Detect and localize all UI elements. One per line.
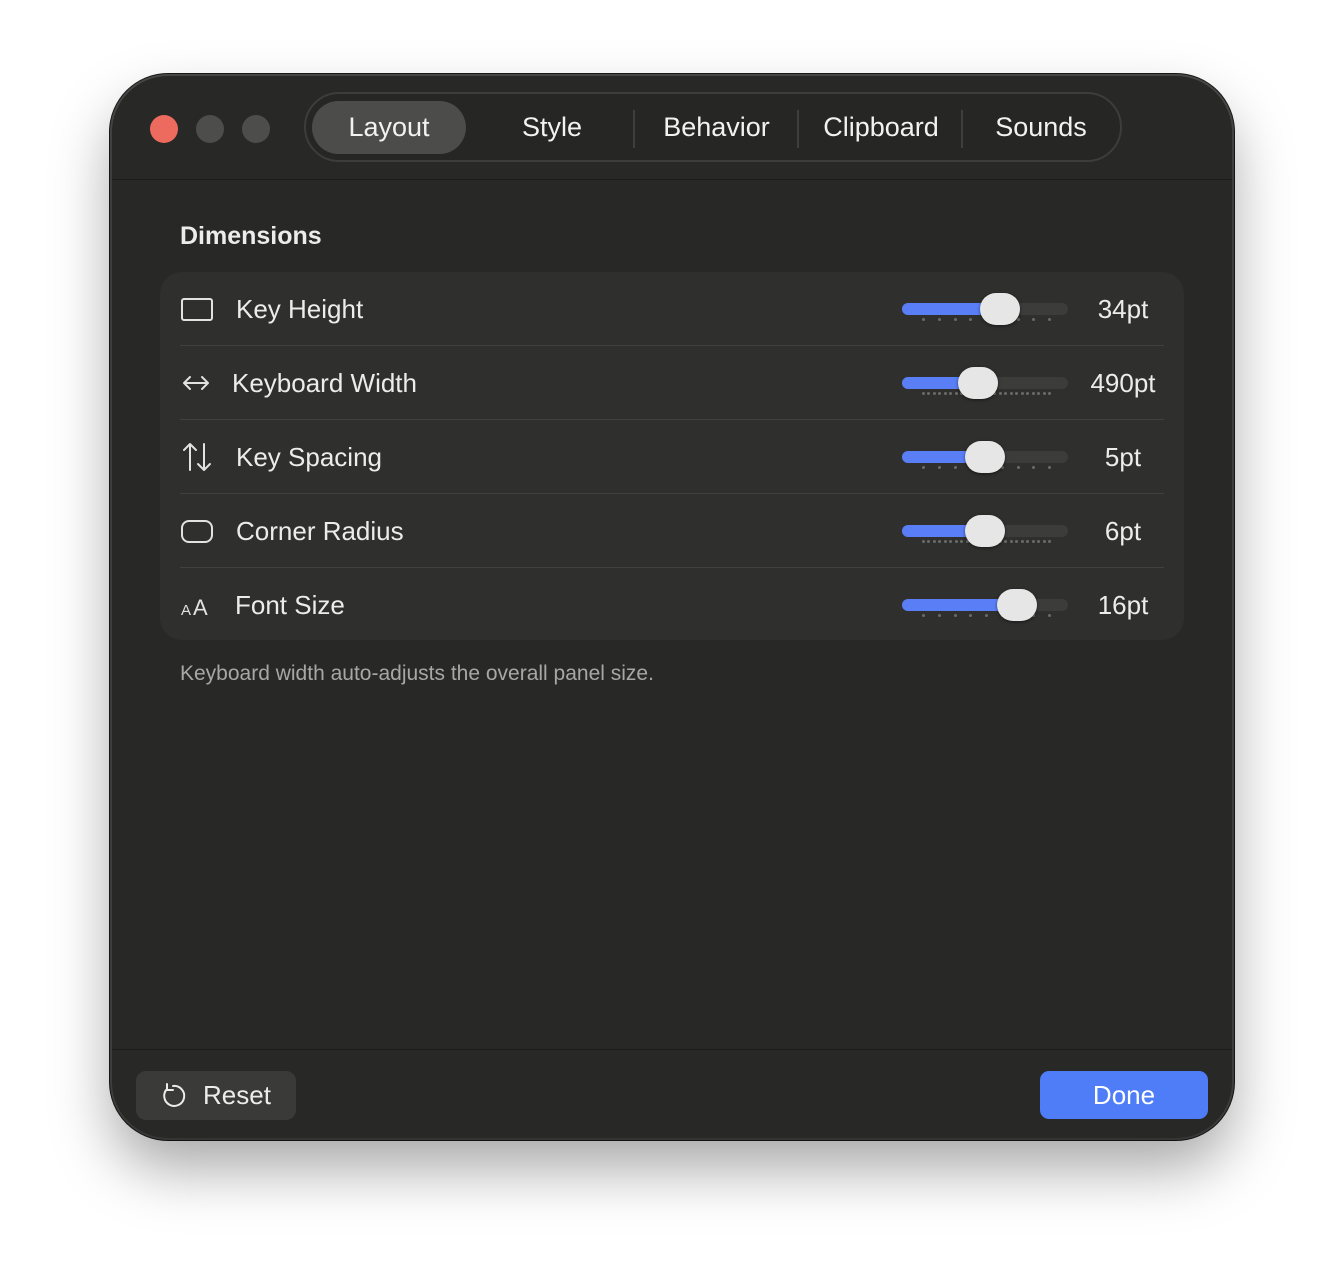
setting-value: 34pt [1097, 294, 1149, 324]
svg-text:A: A [193, 595, 208, 620]
minimize-window-button[interactable] [196, 115, 224, 143]
done-button[interactable]: Done [1040, 1071, 1208, 1119]
setting-value: 16pt [1097, 590, 1149, 620]
setting-value: 5pt [1104, 442, 1142, 472]
rounded-rectangle-icon [180, 514, 214, 548]
zoom-window-button[interactable] [242, 115, 270, 143]
footer-divider [112, 1049, 1232, 1050]
slider-thumb[interactable] [965, 441, 1005, 473]
corner-radius-slider[interactable] [902, 494, 1068, 568]
dimensions-group: Key Height 34pt Keyboard Width 490pt Key… [160, 272, 1184, 640]
tab-divider [797, 110, 799, 148]
setting-label: Keyboard Width [232, 368, 417, 398]
section-title: Dimensions [180, 222, 322, 250]
setting-row-font-size: A A Font Size 16pt [160, 568, 1184, 642]
slider-thumb[interactable] [980, 293, 1020, 325]
tab-divider [633, 110, 635, 148]
arrow-left-right-icon [180, 366, 214, 400]
setting-value: 6pt [1104, 516, 1142, 546]
arrow-up-down-icon [180, 440, 214, 474]
keyboard-width-slider[interactable] [902, 346, 1068, 420]
setting-label: Font Size [235, 590, 345, 620]
tab-bar: Layout Style Behavior Clipboard Sounds [304, 92, 1122, 162]
setting-value: 490pt [1090, 368, 1156, 398]
tab-sounds[interactable]: Sounds [966, 101, 1116, 154]
tab-style[interactable]: Style [476, 101, 628, 154]
setting-row-corner-radius: Corner Radius 6pt [160, 494, 1184, 568]
setting-row-key-height: Key Height 34pt [160, 272, 1184, 346]
rectangle-icon [180, 292, 214, 326]
close-window-button[interactable] [150, 115, 178, 143]
setting-row-key-spacing: Key Spacing 5pt [160, 420, 1184, 494]
reset-button[interactable]: Reset [136, 1071, 296, 1120]
svg-text:A: A [181, 602, 191, 619]
slider-thumb[interactable] [997, 589, 1037, 621]
slider-thumb[interactable] [958, 367, 998, 399]
preferences-window: Layout Style Behavior Clipboard Sounds D… [112, 76, 1232, 1138]
footnote: Keyboard width auto-adjusts the overall … [180, 662, 654, 685]
tab-clipboard[interactable]: Clipboard [802, 101, 960, 154]
setting-label: Corner Radius [236, 516, 404, 546]
tab-behavior[interactable]: Behavior [638, 101, 795, 154]
setting-label: Key Height [236, 294, 364, 324]
reset-label: Reset [203, 1080, 271, 1110]
slider-thumb[interactable] [965, 515, 1005, 547]
slider-ticks [902, 614, 1068, 620]
setting-row-keyboard-width: Keyboard Width 490pt [160, 346, 1184, 420]
reset-arrow-icon [158, 1081, 188, 1111]
tab-layout[interactable]: Layout [312, 101, 466, 154]
title-bar: Layout Style Behavior Clipboard Sounds [112, 76, 1232, 180]
setting-label: Key Spacing [236, 442, 382, 472]
text-size-icon: A A [180, 588, 214, 622]
key-height-slider[interactable] [902, 272, 1068, 346]
tab-divider [961, 110, 963, 148]
key-spacing-slider[interactable] [902, 420, 1068, 494]
font-size-slider[interactable] [902, 568, 1068, 642]
